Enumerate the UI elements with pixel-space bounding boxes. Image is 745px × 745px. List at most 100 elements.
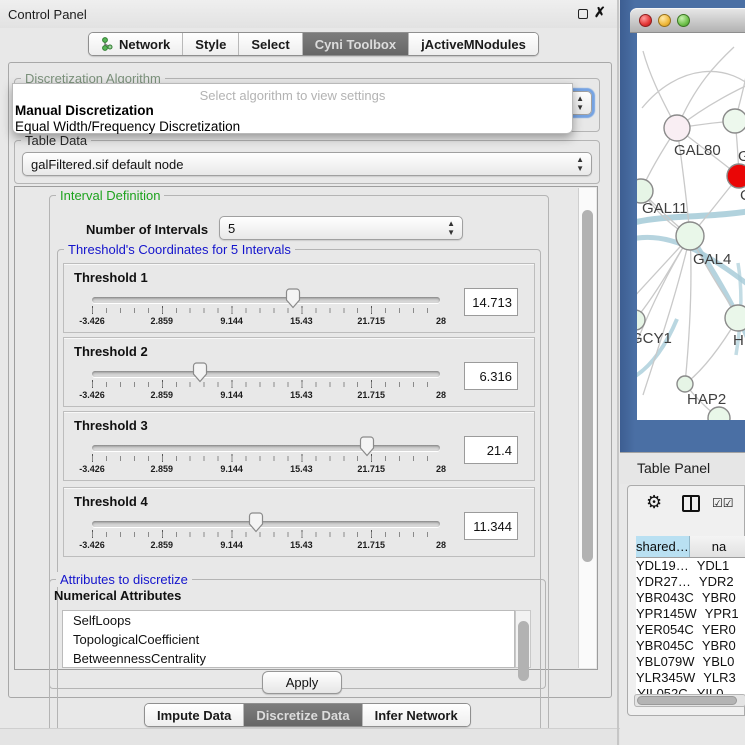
cell-shared-name[interactable]: YBR045C (636, 638, 694, 654)
tick-label: -3.426 (79, 390, 105, 400)
tick-label: 28 (436, 464, 446, 474)
tick-label: 28 (436, 316, 446, 326)
column-header-shared-name[interactable]: shared… (636, 536, 690, 557)
cell-name[interactable]: YBR0 (694, 590, 745, 606)
threshold-2-value-field[interactable]: 6.316 (464, 362, 518, 390)
table-row[interactable]: YBL079WYBL0 (636, 654, 745, 670)
network-window-titlebar[interactable] (630, 8, 745, 33)
threshold-3-slider[interactable] (92, 445, 440, 451)
float-window-icon[interactable] (578, 9, 588, 19)
close-traffic-light-icon[interactable] (639, 14, 652, 27)
table-row[interactable]: YBR045CYBR0 (636, 638, 745, 654)
network-node[interactable] (727, 164, 745, 188)
num-intervals-combo[interactable]: 5 ▲▼ (219, 216, 463, 240)
tab-impute-data[interactable]: Impute Data (145, 704, 244, 726)
zoom-traffic-light-icon[interactable] (677, 14, 690, 27)
horizontal-scrollbar-thumb[interactable] (637, 696, 737, 705)
num-intervals-label: Number of Intervals (86, 222, 208, 237)
threshold-4-slider-thumb[interactable] (248, 512, 264, 533)
network-node[interactable] (676, 222, 704, 250)
network-node[interactable] (664, 115, 690, 141)
close-icon[interactable]: ✗ (594, 4, 606, 21)
network-node-label: GAL11 (642, 200, 688, 217)
table-row[interactable]: YBR043CYBR0 (636, 590, 745, 606)
cell-shared-name[interactable]: YBL079W (636, 654, 695, 670)
panel-title: Control Panel (8, 7, 87, 22)
threshold-3-value-field[interactable]: 21.4 (464, 436, 518, 464)
attribute-item[interactable]: BetweennessCentrality (63, 649, 514, 668)
checkbox-icons[interactable]: ☑☑ (712, 496, 734, 510)
threshold-4-slider[interactable] (92, 521, 440, 527)
tab-network-label: Network (119, 37, 170, 52)
attributes-scrollbar-thumb[interactable] (518, 621, 529, 681)
cell-name[interactable]: YDL1 (689, 558, 745, 574)
tick-label: 9.144 (220, 390, 243, 400)
tab-select[interactable]: Select (239, 33, 302, 55)
table-data-combo[interactable]: galFiltered.sif default node ▲▼ (22, 152, 592, 176)
tab-network[interactable]: Network (89, 33, 183, 55)
tick-label: 15.43 (290, 464, 313, 474)
apply-button[interactable]: Apply (262, 671, 342, 694)
table-row[interactable]: YPR145WYPR1 (636, 606, 745, 622)
threshold-3-slider-thumb[interactable] (359, 436, 375, 457)
dropdown-option-equal-width[interactable]: Equal Width/Frequency Discretization (15, 119, 240, 134)
tick-label: 28 (436, 390, 446, 400)
cell-name[interactable]: YLR3 (695, 670, 745, 686)
tab-discretize-data[interactable]: Discretize Data (244, 704, 362, 726)
tab-jactivemnodules[interactable]: jActiveMNodules (409, 33, 538, 55)
gear-icon[interactable]: ⚙ (646, 492, 662, 513)
cell-shared-name[interactable]: YDL19… (636, 558, 689, 574)
horizontal-scrollbar[interactable] (634, 694, 745, 707)
table-row[interactable]: YDL19…YDL1 (636, 558, 745, 574)
threshold-2-slider-thumb[interactable] (192, 362, 208, 383)
network-node[interactable] (708, 407, 730, 420)
threshold-1-slider-thumb[interactable] (285, 288, 301, 309)
cell-shared-name[interactable]: YDR27… (636, 574, 691, 590)
network-node[interactable] (677, 376, 693, 392)
tab-cyni-toolbox[interactable]: Cyni Toolbox (303, 33, 409, 55)
network-node[interactable] (725, 305, 745, 331)
table-row[interactable]: YLR345WYLR3 (636, 670, 745, 686)
network-node-label: GA (738, 148, 745, 165)
threshold-2-slider[interactable] (92, 371, 440, 377)
minimize-traffic-light-icon[interactable] (658, 14, 671, 27)
cell-name[interactable]: YPR1 (697, 606, 745, 622)
control-panel-header (0, 0, 620, 28)
attributes-scrollbar[interactable] (515, 610, 531, 668)
tick-marks (92, 382, 441, 387)
settings-scrollpane: Interval Definition Number of Intervals … (14, 186, 598, 670)
vertical-scrollbar-thumb[interactable] (582, 210, 593, 562)
cell-shared-name[interactable]: YER054C (636, 622, 694, 638)
attribute-item[interactable]: SelfLoops (63, 611, 514, 630)
table-row[interactable]: YER054CYER0 (636, 622, 745, 638)
vertical-scrollbar[interactable] (578, 188, 596, 668)
tab-style[interactable]: Style (183, 33, 239, 55)
table-row[interactable]: YDR27…YDR2 (636, 574, 745, 590)
network-node[interactable] (723, 109, 745, 133)
split-columns-icon[interactable] (682, 495, 700, 512)
cell-name[interactable]: YER0 (694, 622, 745, 638)
network-node[interactable] (637, 310, 645, 330)
network-canvas[interactable]: GAL80GACGAL11GAL4GCY1HHAP2 (637, 33, 745, 420)
cell-name[interactable]: YBR0 (694, 638, 745, 654)
app-root: Control Panel ✗ Network Style Select Cyn… (0, 0, 745, 745)
tick-marks (92, 308, 441, 313)
algorithm-dropdown-popup: Select algorithm to view settings Manual… (12, 83, 573, 134)
network-node-label: H (733, 332, 744, 349)
column-header-name[interactable]: na (690, 536, 745, 557)
tab-infer-network[interactable]: Infer Network (363, 704, 470, 726)
threshold-4-value-field[interactable]: 11.344 (464, 512, 518, 540)
cell-shared-name[interactable]: YBR043C (636, 590, 694, 606)
tab-discretize-data-label: Discretize Data (256, 708, 349, 723)
bottom-tab-bar: Impute Data Discretize Data Infer Networ… (144, 703, 471, 727)
cell-name[interactable]: YBL0 (695, 654, 745, 670)
tick-labels: -3.4262.8599.14415.4321.71528 (92, 388, 441, 404)
cell-shared-name[interactable]: YLR345W (636, 670, 695, 686)
cell-name[interactable]: YDR2 (691, 574, 745, 590)
dropdown-option-manual[interactable]: Manual Discretization (15, 103, 154, 118)
attribute-item[interactable]: TopologicalCoefficient (63, 630, 514, 649)
threshold-4-label: Threshold 4 (74, 494, 148, 509)
cell-shared-name[interactable]: YPR145W (636, 606, 697, 622)
threshold-1-value-field[interactable]: 14.713 (464, 288, 518, 316)
threshold-1-slider[interactable] (92, 297, 440, 303)
